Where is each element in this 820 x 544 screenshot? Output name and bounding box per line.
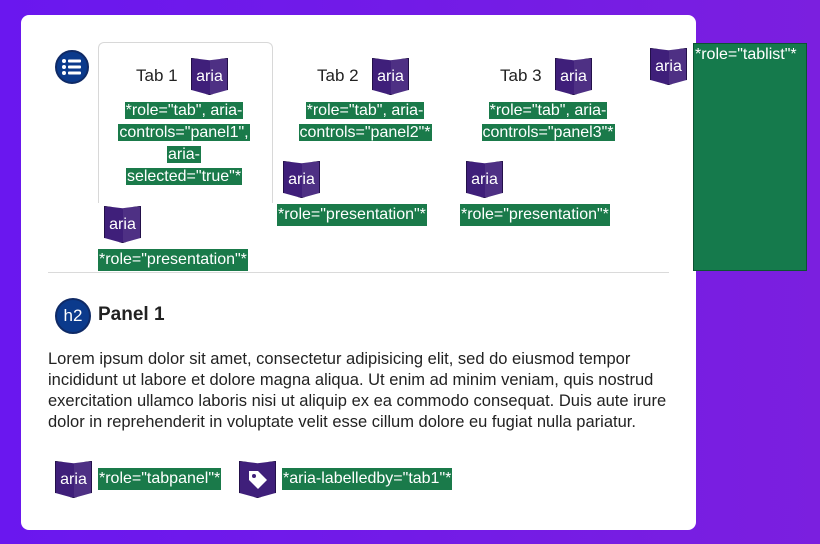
h2-icon: h2	[55, 298, 91, 334]
tab-1-annotation: *role="tab", aria-controls="panel1", ari…	[118, 102, 250, 185]
tab-3-annotation: *role="tab", aria-controls="panel3"*	[481, 102, 615, 141]
panel-text: Lorem ipsum dolor sit amet, consectetur …	[48, 350, 667, 431]
tablist-annotation: *role="tablist"*	[693, 43, 807, 271]
tabpanel-annotation: *role="tabpanel"*	[98, 468, 222, 490]
aria-icon: aria	[55, 461, 92, 498]
tab-1[interactable]: Tab 1	[136, 66, 178, 86]
aria-icon: aria	[283, 161, 320, 198]
aria-icon: aria	[555, 58, 592, 95]
labelledby-annotation: *aria-labelledby="tab1"*	[282, 468, 453, 490]
aria-icon: aria	[650, 48, 687, 85]
panel-title: Panel 1	[98, 304, 165, 325]
tablist-divider	[48, 272, 669, 273]
aria-icon: aria	[372, 58, 409, 95]
aria-icon: aria	[191, 58, 228, 95]
list-icon	[55, 50, 89, 84]
tab-1-li-annotation: *role="presentation"*	[98, 249, 248, 271]
tab-3-li-annotation: *role="presentation"*	[460, 204, 610, 226]
aria-icon: aria	[466, 161, 503, 198]
tab-2-annotation: *role="tab", aria-controls="panel2"*	[298, 102, 432, 141]
tab-3[interactable]: Tab 3	[500, 66, 542, 86]
tab-2-li-annotation: *role="presentation"*	[277, 204, 427, 226]
tab-2[interactable]: Tab 2	[317, 66, 359, 86]
aria-icon: aria	[104, 206, 141, 243]
tag-icon	[239, 461, 276, 498]
